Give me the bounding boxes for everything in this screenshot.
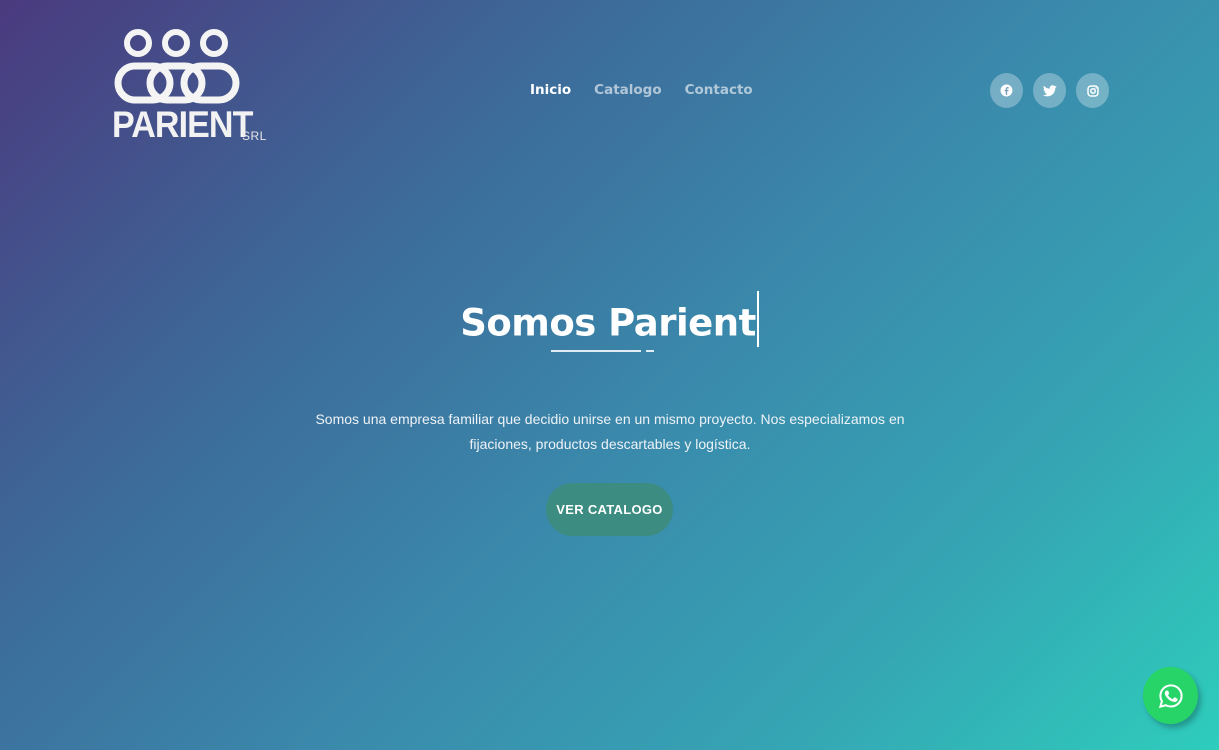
brand-name: PARIENT [112, 104, 253, 145]
social-links [990, 73, 1109, 108]
twitter-button[interactable] [1033, 73, 1066, 108]
ver-catalogo-button[interactable]: VER CATALOGO [546, 483, 673, 536]
chain-people-logo-icon [114, 29, 240, 104]
twitter-icon [1042, 84, 1057, 96]
divider-long [551, 350, 641, 352]
title-divider [551, 350, 654, 352]
whatsapp-button[interactable] [1143, 667, 1198, 724]
typing-caret [756, 290, 759, 347]
hero-title-text: Somos Parient [460, 301, 756, 345]
main-nav: Inicio Catalogo Contacto [530, 82, 776, 98]
brand-suffix: SRL [242, 129, 267, 143]
facebook-icon [1000, 84, 1013, 97]
whatsapp-icon [1158, 683, 1183, 708]
nav-item-catalogo[interactable]: Catalogo [594, 82, 661, 98]
divider-short [646, 350, 654, 352]
instagram-icon [1086, 84, 1099, 97]
brand-logo[interactable]: PARIENT SRL [110, 26, 270, 144]
instagram-button[interactable] [1076, 73, 1109, 108]
nav-item-inicio[interactable]: Inicio [530, 82, 571, 98]
site-header: PARIENT SRL Inicio Catalogo Contacto [0, 0, 1219, 160]
nav-item-contacto[interactable]: Contacto [685, 82, 753, 98]
hero-description: Somos una empresa familiar que decidio u… [315, 411, 905, 452]
facebook-button[interactable] [990, 73, 1023, 108]
hero-title: Somos Parient [0, 290, 1219, 353]
